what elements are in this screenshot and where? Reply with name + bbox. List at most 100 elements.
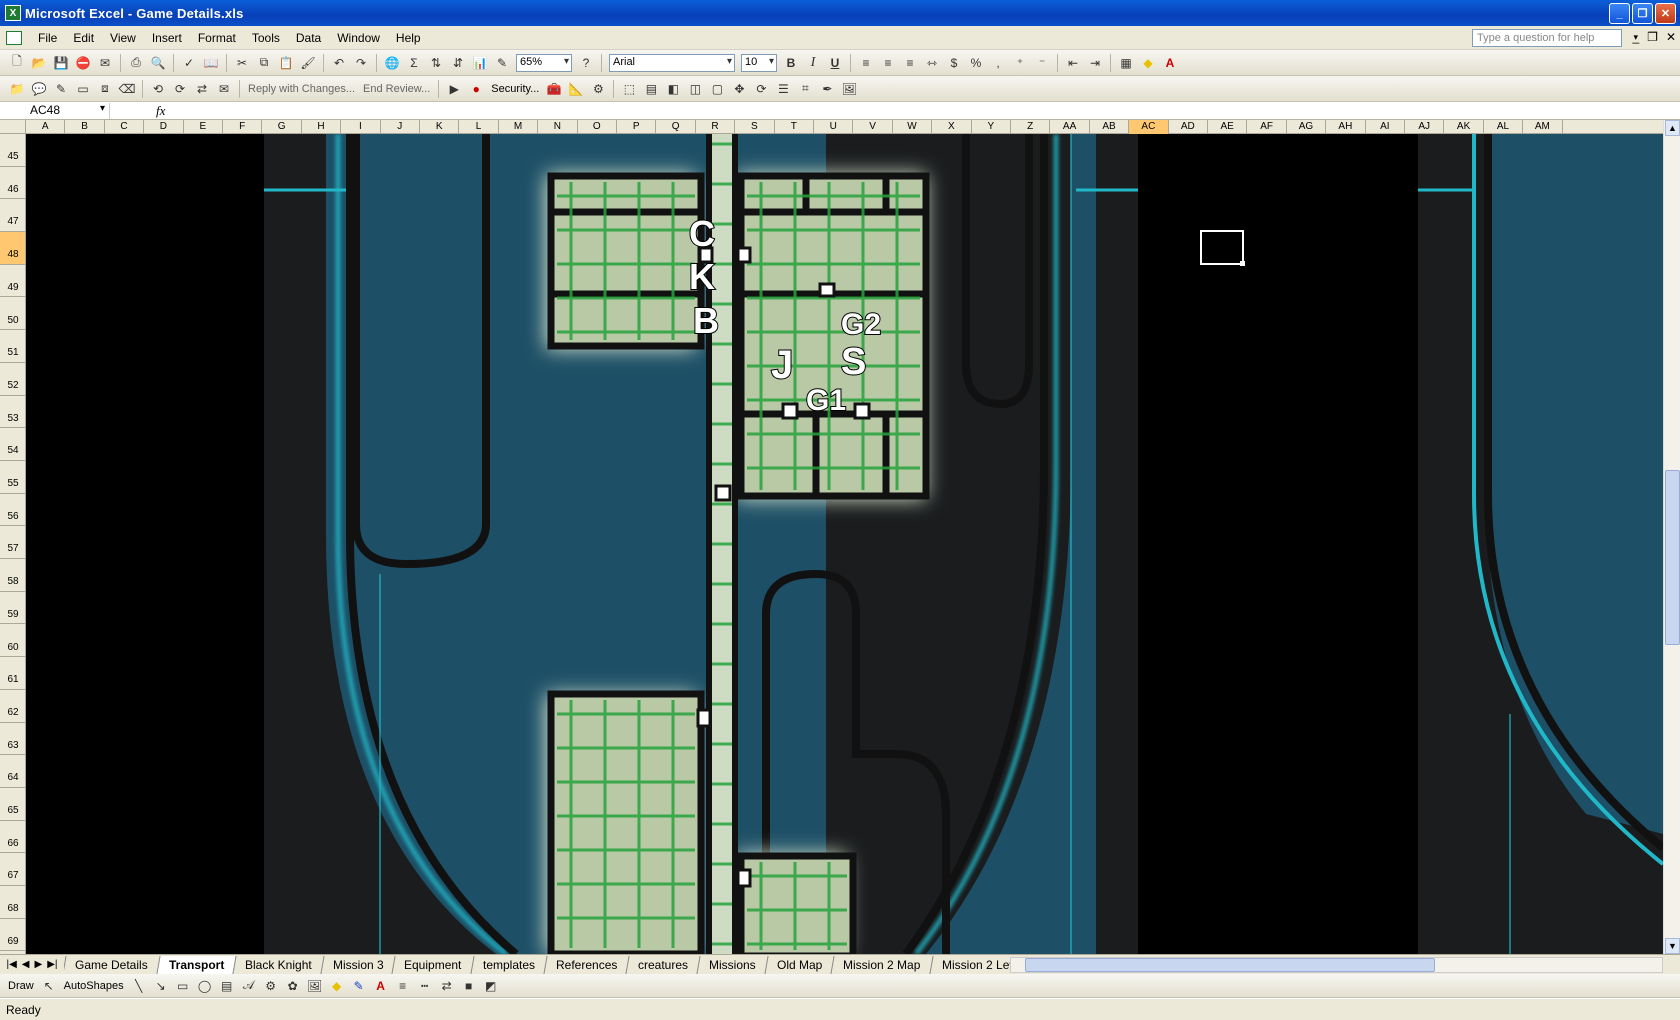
font-size-select[interactable]: 10 — [741, 53, 777, 72]
wordart-icon[interactable]: 𝒜 — [241, 978, 257, 994]
reply-with-changes-button[interactable]: Reply with Changes... — [248, 83, 355, 95]
select-all-corner[interactable] — [0, 120, 26, 134]
insert-function-button[interactable]: fx — [156, 103, 165, 119]
track-changes-icon[interactable]: ⇄ — [194, 81, 210, 97]
insert-picture-icon[interactable]: 🖼 — [307, 978, 323, 994]
column-header[interactable]: C — [105, 120, 145, 134]
doc-close-button[interactable]: ✕ — [1666, 30, 1676, 44]
name-box[interactable]: AC48 — [0, 102, 110, 119]
column-header[interactable]: AC — [1129, 120, 1169, 134]
sheet-tab[interactable]: Equipment — [391, 955, 474, 974]
run-macro-icon[interactable]: ▶ — [446, 81, 462, 97]
line-color-icon[interactable]: ✎ — [351, 978, 367, 994]
sort-ascending-icon[interactable]: ⇅ — [428, 55, 444, 71]
excel-app-icon[interactable]: X — [5, 5, 21, 21]
sheet-tab[interactable]: Old Map — [764, 955, 834, 974]
rotate-icon[interactable]: ⟳ — [753, 81, 769, 97]
row-header[interactable]: 55 — [0, 461, 25, 494]
show-comment-icon[interactable]: ▭ — [75, 81, 91, 97]
column-header[interactable]: L — [459, 120, 499, 134]
help-icon[interactable]: ? — [578, 55, 594, 71]
percent-button[interactable]: % — [968, 55, 984, 71]
send-icon[interactable]: ✉ — [216, 81, 232, 97]
next-comment-icon[interactable]: ⟳ — [172, 81, 188, 97]
row-header[interactable]: 56 — [0, 494, 25, 527]
crop-icon[interactable]: ⌗ — [797, 81, 813, 97]
edit-comment-icon[interactable]: ✎ — [53, 81, 69, 97]
nudge-icon[interactable]: ✥ — [731, 81, 747, 97]
column-header[interactable]: W — [893, 120, 933, 134]
row-header[interactable]: 68 — [0, 886, 25, 919]
oval-tool-icon[interactable]: ◯ — [197, 978, 213, 994]
column-header[interactable]: K — [420, 120, 460, 134]
menu-view[interactable]: View — [102, 31, 144, 45]
column-header[interactable]: S — [735, 120, 775, 134]
fill-handle[interactable] — [1240, 261, 1245, 266]
row-header[interactable]: 58 — [0, 559, 25, 592]
open-icon[interactable]: 📂 — [31, 55, 47, 71]
dash-style-icon[interactable]: ┅ — [417, 978, 433, 994]
row-header[interactable]: 69 — [0, 919, 25, 952]
arrow-tool-icon[interactable]: ↘ — [153, 978, 169, 994]
row-header[interactable]: 46 — [0, 167, 25, 200]
menu-help[interactable]: Help — [388, 31, 429, 45]
italic-button[interactable]: I — [805, 55, 821, 71]
row-header[interactable]: 54 — [0, 428, 25, 461]
print-preview-icon[interactable]: 🔍 — [150, 55, 166, 71]
design-mode-icon[interactable]: 📐 — [568, 81, 584, 97]
horizontal-scroll-thumb[interactable] — [1025, 957, 1435, 972]
autoshapes-menu-button[interactable]: AutoShapes — [64, 980, 124, 992]
column-header[interactable]: AB — [1090, 120, 1130, 134]
restore-button[interactable]: ❐ — [1632, 3, 1653, 24]
row-header[interactable]: 45 — [0, 134, 25, 167]
sheet-tab[interactable]: References — [543, 955, 629, 974]
sheet-tab[interactable]: Mission 3 — [320, 955, 396, 974]
paste-icon[interactable]: 📋 — [278, 55, 294, 71]
record-macro-icon[interactable]: ● — [468, 81, 484, 97]
font-color-icon[interactable]: A — [1162, 55, 1178, 71]
menu-file[interactable]: File — [30, 31, 65, 45]
sheet-tab[interactable]: Black Knight — [232, 955, 324, 974]
align-center-icon[interactable]: ≡ — [880, 55, 896, 71]
undo-icon[interactable]: ↶ — [331, 55, 347, 71]
column-header[interactable]: G — [262, 120, 302, 134]
sheet-tab[interactable]: Missions — [696, 955, 768, 974]
research-icon[interactable]: 📖 — [203, 55, 219, 71]
menu-format[interactable]: Format — [190, 31, 244, 45]
merge-center-icon[interactable]: ⇿ — [924, 55, 940, 71]
sort-descending-icon[interactable]: ⇵ — [450, 55, 466, 71]
prev-sheet-button[interactable]: ◀ — [22, 959, 30, 970]
font-name-select[interactable]: Arial — [609, 53, 735, 72]
row-header[interactable]: 66 — [0, 821, 25, 854]
column-header[interactable]: M — [499, 120, 539, 134]
column-header[interactable]: AA — [1050, 120, 1090, 134]
row-header[interactable]: 50 — [0, 298, 25, 331]
doc-restore-button[interactable]: ❐ — [1647, 30, 1658, 44]
column-header[interactable]: AH — [1326, 120, 1366, 134]
row-header[interactable]: 63 — [0, 723, 25, 756]
sheet-tab[interactable]: creatures — [625, 955, 700, 974]
previous-comment-icon[interactable]: ⟲ — [150, 81, 166, 97]
row-header[interactable]: 65 — [0, 788, 25, 821]
print-icon[interactable]: ⎙ — [128, 55, 144, 71]
pen-icon[interactable]: ✒ — [819, 81, 835, 97]
menu-tools[interactable]: Tools — [244, 31, 288, 45]
new-comment-icon[interactable]: 💬 — [31, 81, 47, 97]
underline-button[interactable]: U — [827, 55, 843, 71]
column-header[interactable]: AE — [1208, 120, 1248, 134]
permission-icon[interactable]: ⛔ — [75, 55, 91, 71]
column-header[interactable]: F — [223, 120, 263, 134]
column-header[interactable]: N — [538, 120, 578, 134]
row-header[interactable]: 57 — [0, 526, 25, 560]
scroll-down-button[interactable]: ▼ — [1665, 938, 1680, 954]
sheet-tab[interactable]: Mission 2 Map — [830, 955, 933, 974]
next-sheet-button[interactable]: ▶ — [35, 959, 43, 970]
picture-icon[interactable]: 🖼 — [841, 81, 857, 97]
column-header[interactable]: X — [932, 120, 972, 134]
menu-window[interactable]: Window — [329, 31, 388, 45]
column-header[interactable]: B — [65, 120, 105, 134]
3d-style-icon[interactable]: ◩ — [483, 978, 499, 994]
align-objects-icon[interactable]: ◧ — [665, 81, 681, 97]
decrease-decimal-icon[interactable]: ⁻ — [1034, 55, 1050, 71]
column-header[interactable]: AJ — [1405, 120, 1445, 134]
